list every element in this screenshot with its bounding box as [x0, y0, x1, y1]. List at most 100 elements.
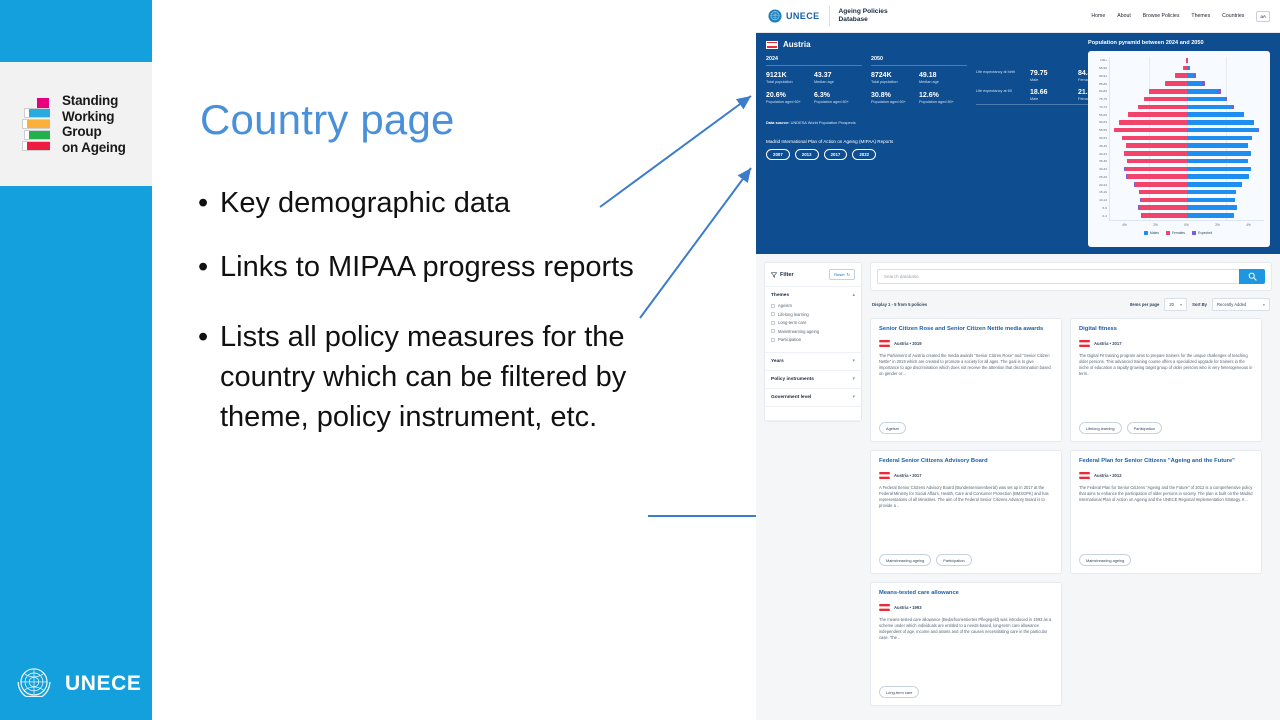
austria-flag-icon — [879, 603, 890, 611]
chart-bar — [1135, 182, 1187, 187]
filter-option[interactable]: Participation — [771, 337, 855, 342]
policy-tag[interactable]: Mainstreaming ageing — [879, 554, 932, 566]
nav-item-about[interactable]: About — [1117, 13, 1131, 19]
legend-item-males[interactable]: Males — [1143, 231, 1159, 235]
stat-label: Population aged 60+ — [766, 100, 801, 104]
text-size-button[interactable]: aA — [1256, 10, 1270, 22]
checkbox[interactable] — [771, 312, 775, 316]
filter-card: Filter Reset ↻ Themes ▴ Ageism Lifelong l… — [764, 262, 862, 422]
reset-filters-button[interactable]: Reset ↻ — [829, 269, 855, 280]
policy-meta: Austria • 2012 — [1079, 471, 1253, 479]
stat-value: 43.37 — [814, 72, 832, 79]
mipaa-year-chips: 2007 2012 2017 2022 — [766, 149, 1078, 160]
nav-item-browse-policies[interactable]: Browse Policies — [1143, 13, 1180, 19]
unece-wordmark: UNECE — [65, 672, 142, 695]
chart-bar — [1187, 112, 1243, 117]
chart-bar — [1187, 151, 1251, 156]
policy-description: A Federal Senior Citizens Advisory Board… — [879, 484, 1049, 509]
results-column: Search database Display 1 - 5 from 5 pol… — [870, 262, 1272, 706]
chevron-down-icon[interactable]: ▾ — [852, 394, 855, 400]
filter-option-label: Long-term care — [778, 320, 807, 325]
checkbox[interactable] — [771, 320, 775, 325]
policy-card[interactable]: Senior Citizen Rose and Senior Citizen N… — [870, 318, 1062, 442]
policy-browser: Filter Reset ↻ Themes ▴ Ageism Lifelong l… — [756, 254, 1280, 706]
checkbox[interactable] — [771, 303, 775, 308]
stat-population-60plus: 30.8% Population aged 60+ — [871, 91, 919, 105]
bullet-item: • Links to MIPAA progress reports — [198, 247, 698, 287]
life-expectancy-male: 18.66 Male — [1030, 89, 1078, 101]
chart-bar — [1187, 104, 1233, 110]
items-per-page-value: 20 — [1169, 302, 1174, 307]
mipaa-chip-2012[interactable]: 2012 — [794, 149, 819, 160]
chart-tick-label: 75-79 — [1099, 97, 1107, 102]
policy-tag[interactable]: Lifelong learning — [1079, 422, 1122, 434]
legend-item-females[interactable]: Females — [1165, 231, 1185, 235]
sort-by-select[interactable]: Recently Added ▾ — [1212, 298, 1270, 311]
austria-flag-icon — [766, 40, 778, 49]
site-logo[interactable]: UNECE — [768, 9, 820, 23]
standing-working-group-logo: Standing Working Group on Ageing — [0, 62, 152, 186]
checkbox[interactable] — [771, 329, 775, 333]
bullet-marker: • — [198, 251, 209, 283]
policy-tag[interactable]: Participation — [1126, 422, 1162, 434]
chart-bar — [1187, 182, 1242, 187]
filter-option[interactable]: Mainstreaming ageing — [771, 329, 855, 334]
items-per-page-select[interactable]: 20 ▾ — [1164, 298, 1188, 311]
search-button[interactable] — [1239, 269, 1265, 284]
data-source-label: Data source: — [766, 120, 790, 125]
policy-tag[interactable]: Long-term care — [879, 686, 920, 698]
search-input[interactable]: Search database — [877, 269, 1239, 284]
checkbox[interactable] — [771, 337, 775, 342]
mipaa-chip-2007[interactable]: 2007 — [766, 149, 790, 160]
policy-card[interactable]: Federal Senior Citizens Advisory Board Au… — [870, 450, 1062, 574]
stat-total-population: 9121K Total population — [766, 71, 814, 85]
facet-policy-instruments[interactable]: Policy instruments ▾ — [765, 371, 861, 389]
nav-item-themes[interactable]: Themes — [1191, 13, 1210, 19]
chart-tick-label: 0-4 — [1102, 213, 1107, 218]
facet-name: Government level — [771, 394, 812, 400]
legend-item-expected[interactable]: Expected — [1191, 231, 1212, 235]
chart-tick-label: 80-84 — [1099, 89, 1107, 94]
chart-tick-label: 40-44 — [1099, 151, 1107, 156]
policy-card[interactable]: Digital fitness Austria • 2017 The Digital… — [1070, 318, 1262, 442]
policy-description: The Federal Plan for Senior Citizens "Ag… — [1079, 484, 1253, 502]
facet-government-level[interactable]: Government level ▾ — [765, 389, 861, 407]
stat-median-age: 43.37 Median age — [814, 71, 862, 85]
site-title-line2: Database — [838, 16, 868, 23]
facet-years[interactable]: Years ▾ — [765, 353, 861, 371]
chart-tick-label: 0% — [1184, 223, 1189, 227]
un-emblem-icon — [17, 668, 51, 697]
filter-option[interactable]: Lifelong learning — [771, 312, 855, 317]
chevron-down-icon[interactable]: ▾ — [852, 376, 855, 382]
austria-flag-icon — [879, 471, 890, 479]
chart-bar — [1141, 213, 1187, 218]
chart-legend: Males Females Expected — [1092, 231, 1264, 235]
chart-tick-label: 50-54 — [1099, 135, 1107, 140]
chart-bar — [1118, 120, 1187, 125]
chart-bar — [1187, 205, 1238, 210]
chevron-up-icon[interactable]: ▴ — [852, 293, 855, 298]
policy-tag[interactable]: Ageism — [879, 422, 906, 434]
stat-population-80plus: 12.6% Population aged 80+ — [919, 91, 967, 105]
filter-option[interactable]: Ageism — [771, 303, 855, 308]
filter-option[interactable]: Long-term care — [771, 320, 855, 325]
chart-bar — [1187, 65, 1189, 71]
mipaa-chip-2017[interactable]: 2017 — [823, 149, 848, 160]
policy-card[interactable]: Federal Plan for Senior Citizens "Ageing… — [1070, 450, 1262, 574]
stat-label: Population aged 80+ — [919, 100, 954, 104]
nav-item-home[interactable]: Home — [1091, 13, 1105, 19]
mipaa-chip-2022[interactable]: 2022 — [852, 149, 877, 160]
nav-item-countries[interactable]: Countries — [1222, 13, 1244, 19]
policy-meta: Austria • 2019 — [879, 339, 1053, 347]
policy-tag[interactable]: Participation — [936, 554, 972, 566]
app-screenshot: UNECE Ageing Policies Database Home Abou… — [756, 0, 1280, 720]
swg-bars-icon — [22, 98, 56, 151]
facet-themes[interactable]: Themes ▴ Ageism Lifelong learning Long-ter… — [765, 287, 861, 353]
policy-tag[interactable]: Mainstreaming ageing — [1079, 554, 1132, 566]
chevron-down-icon[interactable]: ▾ — [852, 358, 855, 364]
policy-card[interactable]: Means-tested care allowance Austria • 199… — [870, 582, 1062, 706]
policy-country-year: Austria • 1993 — [894, 604, 922, 610]
chart-tick-label: 2% — [1153, 223, 1158, 227]
year-block-2024: 2024 9121K Total population 43.37 Median… — [766, 56, 862, 111]
stat-population-60plus: 20.6% Population aged 60+ — [766, 91, 814, 105]
